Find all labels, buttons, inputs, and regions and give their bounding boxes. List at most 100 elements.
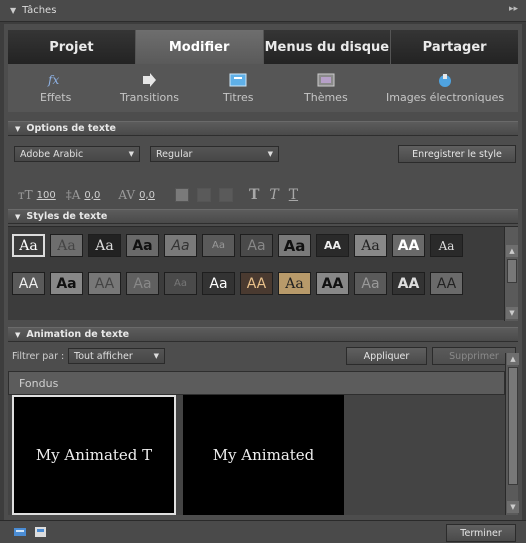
filter-select[interactable]: Tout afficher ▼ bbox=[68, 348, 165, 364]
text-style-swatch[interactable]: Aa bbox=[164, 234, 197, 257]
tab-modifier[interactable]: Modifier bbox=[135, 30, 264, 64]
scroll-up-icon[interactable]: ▲ bbox=[506, 245, 518, 257]
collapse-arrow-icon[interactable]: ▼ bbox=[10, 6, 16, 15]
text-style-swatch[interactable]: Aa bbox=[164, 272, 197, 295]
tool-transitions-label: Transitions bbox=[120, 91, 179, 104]
section-animation-de-texte[interactable]: ▼ Animation de texte bbox=[8, 327, 518, 342]
text-style-swatch[interactable]: Aa bbox=[202, 272, 235, 295]
text-style-swatch[interactable]: Aa bbox=[50, 234, 83, 257]
scroll-up-icon[interactable]: ▲ bbox=[507, 353, 519, 365]
text-style-swatch[interactable]: AA bbox=[316, 234, 349, 257]
chevron-down-icon: ▼ bbox=[267, 150, 273, 158]
kerning-control[interactable]: AV 0,0 bbox=[118, 188, 155, 202]
text-style-swatch[interactable]: Aa bbox=[50, 272, 83, 295]
animations-scrollbar[interactable]: ▲ ▼ bbox=[505, 353, 519, 515]
text-style-swatch[interactable]: Aa bbox=[126, 272, 159, 295]
leading-control[interactable]: ‡A 0,0 bbox=[66, 188, 101, 202]
themes-icon bbox=[317, 72, 335, 88]
storyboard-icon[interactable] bbox=[34, 526, 48, 538]
chevron-down-icon: ▼ bbox=[153, 352, 159, 360]
font-family-value: Adobe Arabic bbox=[20, 148, 84, 160]
text-style-swatch[interactable]: AA bbox=[392, 272, 425, 295]
svg-text:fx: fx bbox=[47, 73, 59, 87]
clip-art-icon bbox=[436, 72, 454, 88]
tool-themes-label: Thèmes bbox=[304, 91, 348, 104]
text-style-swatch[interactable]: Aa bbox=[354, 234, 387, 257]
text-italic-icon[interactable]: T bbox=[269, 187, 278, 203]
tool-transitions[interactable]: Transitions bbox=[120, 72, 179, 104]
text-style-swatch[interactable]: AA bbox=[316, 272, 349, 295]
text-style-swatch[interactable]: Aa bbox=[202, 234, 235, 257]
section-animation-title: Animation de texte bbox=[26, 329, 130, 340]
text-style-swatch[interactable]: Aa bbox=[430, 234, 463, 257]
tab-projet[interactable]: Projet bbox=[8, 30, 136, 64]
collapse-triangle-icon: ▼ bbox=[15, 212, 21, 221]
font-style-select[interactable]: Regular ▼ bbox=[150, 146, 279, 162]
kerning-value[interactable]: 0,0 bbox=[139, 190, 155, 201]
font-size-value[interactable]: 100 bbox=[37, 190, 56, 201]
text-underline-icon[interactable]: T bbox=[289, 187, 298, 203]
timeline-toggle-icon[interactable] bbox=[14, 526, 28, 538]
section-styles-de-texte[interactable]: ▼ Styles de texte bbox=[8, 209, 518, 224]
text-style-swatch[interactable]: Aa bbox=[354, 272, 387, 295]
text-bold-icon[interactable]: T bbox=[249, 187, 259, 203]
leading-icon: ‡A bbox=[65, 188, 81, 202]
animation-thumbnail[interactable]: My Animated T bbox=[12, 395, 176, 515]
tab-partager[interactable]: Partager bbox=[391, 30, 518, 64]
text-style-swatch[interactable]: AA bbox=[240, 272, 273, 295]
fx-icon: fx bbox=[47, 72, 65, 88]
tool-effets-label: Effets bbox=[40, 91, 72, 104]
font-style-value: Regular bbox=[156, 148, 193, 160]
save-style-button[interactable]: Enregistrer le style bbox=[398, 145, 516, 163]
font-family-select[interactable]: Adobe Arabic ▼ bbox=[14, 146, 140, 162]
text-style-swatch[interactable]: Aa bbox=[240, 234, 273, 257]
section-options-title: Options de texte bbox=[26, 123, 116, 134]
text-style-swatch[interactable]: Aa bbox=[126, 234, 159, 257]
panel-footer: Terminer bbox=[0, 520, 526, 543]
scroll-thumb[interactable] bbox=[507, 259, 517, 283]
section-styles-title: Styles de texte bbox=[26, 211, 108, 222]
text-style-swatch[interactable]: AA bbox=[12, 272, 45, 295]
text-style-swatch[interactable]: Aa bbox=[88, 234, 121, 257]
align-left-icon[interactable] bbox=[174, 188, 189, 202]
styles-scrollbar[interactable]: ▲ ▼ bbox=[504, 227, 518, 321]
thumbnail-text: My Animated bbox=[212, 446, 315, 464]
titles-icon bbox=[229, 72, 247, 88]
arrow-right-icon bbox=[140, 72, 158, 88]
apply-button[interactable]: Appliquer bbox=[346, 347, 427, 365]
align-right-icon[interactable] bbox=[218, 188, 233, 202]
animation-thumbnail[interactable]: My Animated bbox=[183, 395, 344, 515]
thumbnail-text: My Animated T bbox=[35, 446, 153, 464]
text-style-swatch[interactable]: Aa bbox=[278, 234, 311, 257]
text-style-swatch[interactable]: Aa bbox=[278, 272, 311, 295]
tasks-panel: Projet Modifier Menus du disque Partager… bbox=[4, 24, 522, 543]
panel-menu-icon[interactable]: ▸▸ bbox=[509, 4, 518, 14]
animation-thumbnails: My Animated T My Animated bbox=[8, 395, 505, 515]
font-size-icon: тT bbox=[18, 188, 33, 202]
scroll-down-icon[interactable]: ▼ bbox=[506, 307, 518, 319]
scroll-down-icon[interactable]: ▼ bbox=[507, 501, 519, 513]
leading-value[interactable]: 0,0 bbox=[84, 190, 100, 201]
delete-button[interactable]: Supprimer bbox=[432, 347, 516, 365]
font-size-control[interactable]: тT 100 bbox=[18, 188, 56, 202]
text-style-swatch[interactable]: AA bbox=[430, 272, 463, 295]
tool-images-electroniques-label: Images électroniques bbox=[386, 91, 505, 104]
text-style-swatch[interactable]: Aa bbox=[12, 234, 45, 257]
tool-titres[interactable]: Titres bbox=[223, 72, 254, 104]
tab-menus-du-disque[interactable]: Menus du disque bbox=[263, 30, 392, 64]
scroll-thumb[interactable] bbox=[508, 367, 518, 485]
tool-effets[interactable]: fx Effets bbox=[40, 72, 71, 104]
kerning-icon: AV bbox=[118, 188, 136, 202]
panel-title: Tâches bbox=[22, 5, 57, 16]
text-style-swatch[interactable]: AA bbox=[88, 272, 121, 295]
text-style-swatch[interactable]: AA bbox=[392, 234, 425, 257]
filter-label: Filtrer par : bbox=[12, 350, 65, 362]
align-center-icon[interactable] bbox=[196, 188, 211, 202]
tab-bar: Projet Modifier Menus du disque Partager bbox=[8, 30, 518, 64]
tool-themes[interactable]: Thèmes bbox=[304, 72, 348, 104]
panel-titlebar: ▼ Tâches ▸▸ bbox=[0, 0, 526, 22]
filter-value: Tout afficher bbox=[74, 350, 133, 362]
tool-images-electroniques[interactable]: Images électroniques bbox=[386, 72, 504, 104]
done-button[interactable]: Terminer bbox=[446, 524, 516, 542]
section-options-de-texte[interactable]: ▼ Options de texte bbox=[8, 121, 518, 136]
